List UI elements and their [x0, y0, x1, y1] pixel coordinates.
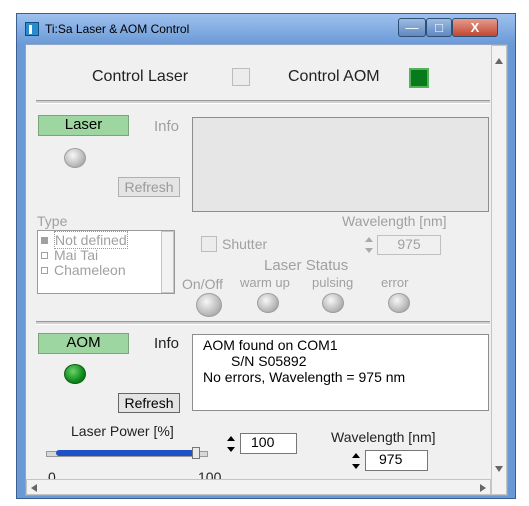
- type-option[interactable]: Mai Tai: [38, 248, 174, 263]
- aom-info-text: AOM found on COM1 S/N S05892 No errors, …: [193, 335, 488, 385]
- laser-power-spinner[interactable]: [227, 434, 237, 456]
- laser-power-input[interactable]: 100: [240, 433, 297, 454]
- status-error-label: error: [381, 275, 409, 290]
- scroll-down-arrow-icon[interactable]: [495, 466, 503, 472]
- separator-top: [36, 100, 490, 104]
- type-label: Type: [37, 213, 68, 229]
- horizontal-scrollbar[interactable]: [26, 479, 491, 495]
- close-button[interactable]: X: [452, 18, 498, 37]
- status-warmup-label: warm up: [240, 275, 290, 290]
- control-laser-checkbox[interactable]: [232, 68, 250, 86]
- spin-down-icon: [352, 464, 360, 469]
- aom-tag: AOM: [38, 333, 129, 354]
- scroll-right-arrow-icon[interactable]: [480, 484, 486, 492]
- slider-thumb[interactable]: [192, 447, 200, 459]
- laser-tag: Laser: [38, 115, 129, 136]
- app-icon: [25, 22, 39, 36]
- scroll-left-arrow-icon[interactable]: [31, 484, 37, 492]
- type-option[interactable]: Not defined: [38, 231, 174, 249]
- type-option[interactable]: Chameleon: [38, 263, 174, 278]
- type-listbox[interactable]: Not defined Mai Tai Chameleon: [37, 230, 175, 294]
- scroll-up-arrow-icon[interactable]: [495, 58, 503, 64]
- error-led: [388, 293, 410, 313]
- window-title: Ti:Sa Laser & AOM Control: [45, 22, 190, 36]
- spin-up-icon: [227, 436, 235, 441]
- laser-refresh-button[interactable]: Refresh: [118, 177, 180, 197]
- laser-power-label: Laser Power [%]: [71, 423, 174, 439]
- vertical-scrollbar[interactable]: [491, 45, 507, 495]
- laser-status-title: Laser Status: [264, 257, 349, 274]
- shutter-checkbox[interactable]: [201, 236, 217, 252]
- laser-wavelength-spinner[interactable]: [365, 235, 375, 257]
- spin-up-icon: [352, 453, 360, 458]
- aom-info-line: S/N S05892: [231, 353, 307, 369]
- laser-power-slider[interactable]: [46, 447, 208, 459]
- spin-down-icon: [365, 248, 373, 253]
- laser-info-box[interactable]: [192, 117, 489, 212]
- separator-middle: [36, 321, 490, 325]
- laser-info-label: Info: [154, 118, 180, 135]
- warmup-led: [257, 293, 279, 313]
- control-aom-label: Control AOM: [288, 68, 380, 85]
- aom-info-line: No errors, Wavelength = 975 nm: [203, 369, 406, 385]
- aom-info-label: Info: [154, 335, 180, 352]
- app-window: Ti:Sa Laser & AOM Control — □ X Control …: [16, 13, 516, 499]
- aom-refresh-button[interactable]: Refresh: [118, 393, 180, 413]
- shutter-label: Shutter: [222, 236, 268, 252]
- status-pulsing-label: pulsing: [312, 275, 354, 290]
- aom-wavelength-input[interactable]: 975: [365, 450, 428, 471]
- unselected-indicator-icon: [41, 252, 48, 259]
- status-onoff-label: On/Off: [182, 276, 223, 292]
- aom-wavelength-label: Wavelength [nm]: [331, 429, 436, 445]
- control-aom-checkbox[interactable]: [409, 68, 429, 88]
- aom-status-led: [64, 364, 86, 384]
- selected-indicator-icon: [41, 237, 48, 244]
- control-laser-label: Control Laser: [92, 68, 189, 85]
- slider-fill: [56, 450, 196, 456]
- onoff-led: [196, 293, 222, 317]
- spin-down-icon: [227, 447, 235, 452]
- maximize-button[interactable]: □: [426, 18, 452, 37]
- aom-wavelength-spinner[interactable]: [352, 451, 362, 473]
- aom-info-line: AOM found on COM1: [203, 337, 338, 353]
- unselected-indicator-icon: [41, 267, 48, 274]
- laser-status-led: [64, 148, 86, 168]
- type-listbox-scrollbar[interactable]: [161, 231, 174, 293]
- client-area: Control Laser Control AOM Laser Info Ref…: [25, 44, 508, 496]
- title-bar[interactable]: Ti:Sa Laser & AOM Control — □ X: [17, 14, 515, 44]
- laser-wavelength-label: Wavelength [nm]: [342, 213, 447, 229]
- laser-wavelength-input[interactable]: 975: [377, 235, 441, 255]
- pulsing-led: [322, 293, 344, 313]
- spin-up-icon: [365, 237, 373, 242]
- minimize-button[interactable]: —: [398, 18, 426, 37]
- aom-info-box[interactable]: AOM found on COM1 S/N S05892 No errors, …: [192, 334, 489, 411]
